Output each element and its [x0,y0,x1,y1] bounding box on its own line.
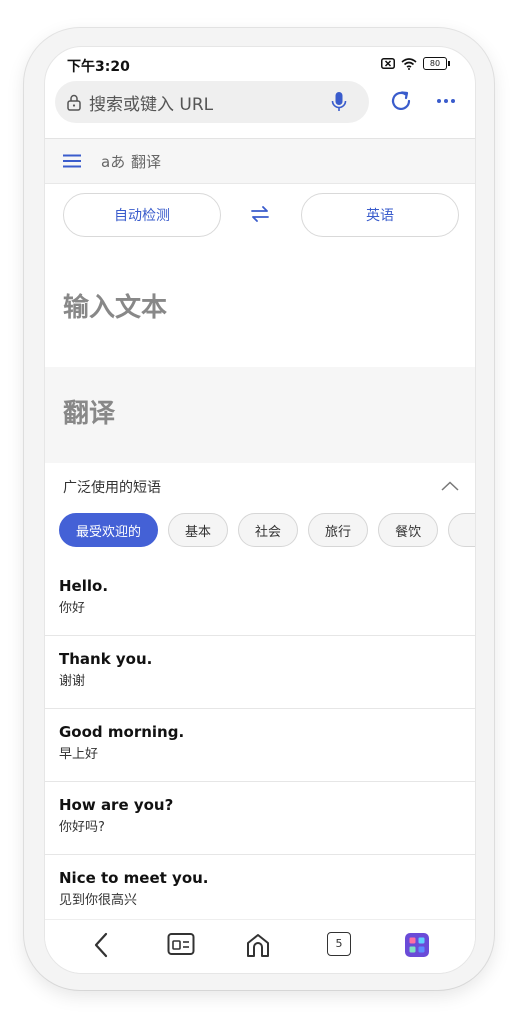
list-item[interactable]: Nice to meet you. 见到你很高兴 [45,855,475,928]
chip-travel[interactable]: 旅行 [308,513,369,547]
translator-logo: aあ [101,153,126,171]
bottom-navigation: 5 [45,919,475,973]
home-icon[interactable] [245,932,271,958]
translator-header: aあ 翻译 [45,138,475,184]
menu-icon[interactable] [63,154,81,168]
more-icon[interactable] [437,99,455,103]
phrase-english: How are you? [59,796,174,814]
phrase-chinese: 早上好 [59,747,99,762]
phrase-english: Hello. [59,577,109,595]
phrase-category-chips: 最受欢迎的 基本 社会 旅行 餐饮 [59,513,475,547]
sim-icon [381,58,395,69]
target-language-button[interactable]: 英语 [301,193,459,237]
status-time: 下午3:20 [67,59,130,75]
phrase-chinese: 谢谢 [59,674,86,689]
chip-dining[interactable]: 餐饮 [378,513,439,547]
url-placeholder[interactable]: 搜索或键入 URL [89,90,213,115]
phrases-section-title: 广泛使用的短语 [63,480,161,496]
chevron-up-icon[interactable] [441,481,459,491]
output-area: 翻译 [45,367,475,463]
phrase-english: Nice to meet you. [59,869,209,887]
output-placeholder: 翻译 [63,399,116,429]
reader-icon[interactable] [167,932,195,956]
chip-most-popular[interactable]: 最受欢迎的 [59,513,159,547]
browser-screen: 下午3:20 80 搜索或键入 URL aあ 翻译 自动检测 英语 输入文本 翻… [44,46,476,974]
source-language-button[interactable]: 自动检测 [63,193,221,237]
list-item[interactable]: Good morning. 早上好 [45,709,475,782]
chip-social[interactable]: 社会 [238,513,299,547]
reload-icon[interactable] [389,89,413,113]
phone-frame: 下午3:20 80 搜索或键入 URL aあ 翻译 自动检测 英语 输入文本 翻… [24,28,494,990]
list-item[interactable]: Thank you. 谢谢 [45,636,475,709]
list-item[interactable]: Hello. 你好 [45,563,475,636]
tabs-icon[interactable]: 5 [327,932,351,956]
back-icon[interactable] [93,932,109,958]
input-placeholder[interactable]: 输入文本 [63,287,167,324]
chip-basic[interactable]: 基本 [168,513,229,547]
mic-icon[interactable] [331,91,347,113]
phrase-chinese: 见到你很高兴 [59,893,138,908]
phrase-chinese: 你好吗? [59,820,105,835]
battery-icon: 80 [423,57,450,70]
status-icons: 80 [381,57,450,70]
status-bar: 下午3:20 80 [45,47,475,77]
phrase-list: Hello. 你好 Thank you. 谢谢 Good morning. 早上… [45,563,475,928]
lock-icon [67,94,81,111]
apps-icon[interactable] [404,932,430,958]
swap-icon[interactable] [249,205,271,223]
phrase-english: Thank you. [59,650,153,668]
input-area[interactable]: 输入文本 [45,247,475,365]
chip-more[interactable] [448,513,475,547]
wifi-icon [401,57,417,70]
phrase-chinese: 你好 [59,601,86,616]
translator-title: 翻译 [131,153,162,171]
phrase-english: Good morning. [59,723,185,741]
list-item[interactable]: How are you? 你好吗? [45,782,475,855]
url-bar[interactable]: 搜索或键入 URL [55,81,369,123]
